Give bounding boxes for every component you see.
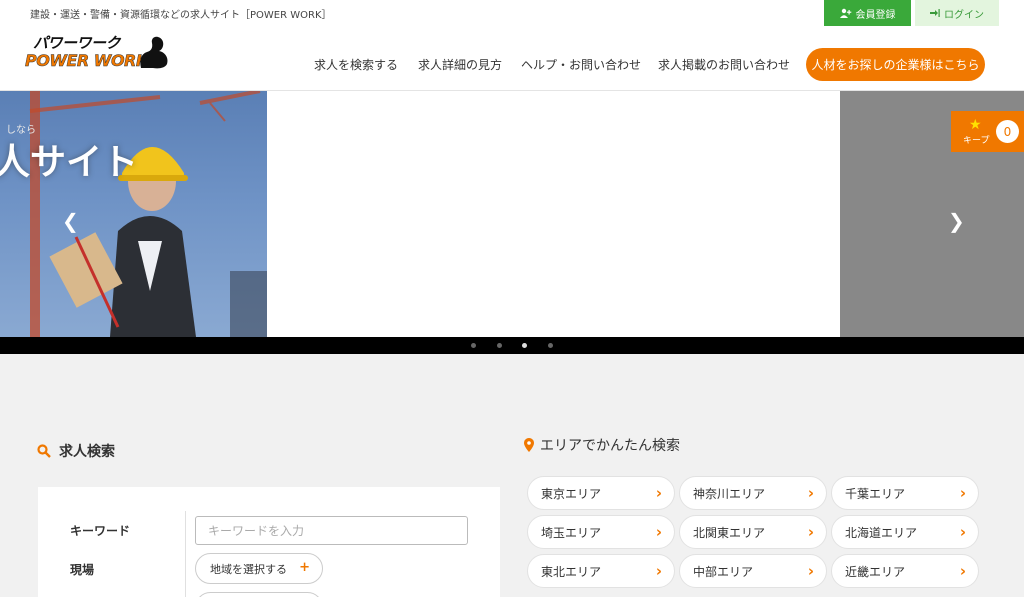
chevron-right-icon[interactable]: ❯ [948, 209, 965, 233]
login-label: ログイン [944, 9, 984, 21]
site-header: 建設・運送・警備・資源循環などの求人サイト［POWER WORK］ 会員登録 ロ… [0, 0, 1024, 91]
area-search-title: エリアでかんたん検索 [540, 438, 680, 454]
plus-icon: + [299, 560, 310, 575]
slide-image-worker: しなら 人サイト [0, 91, 267, 337]
area-button-hokkaido[interactable]: 北海道エリア › [831, 515, 979, 549]
user-plus-icon [839, 8, 851, 18]
area-button-kinki[interactable]: 近畿エリア › [831, 554, 979, 588]
nav-help-contact[interactable]: ヘルプ・お問い合わせ [521, 56, 641, 73]
slider-pagination [0, 337, 1024, 354]
region-select-button[interactable]: 地域を選択する + [195, 553, 323, 584]
job-search-heading: 求人検索 [37, 441, 115, 461]
map-pin-icon [524, 438, 534, 452]
nav-posting-contact[interactable]: 求人掲載のお問い合わせ [658, 56, 790, 73]
keep-count: 0 [996, 120, 1019, 143]
area-label: 北海道エリア [845, 525, 918, 540]
chevron-right-icon: › [959, 484, 966, 502]
site-logo[interactable]: パワーワーク POWER WORK [25, 32, 171, 72]
star-icon: ★ [969, 117, 982, 133]
chevron-right-icon: › [655, 523, 662, 541]
area-button-tokyo[interactable]: 東京エリア › [527, 476, 675, 510]
sign-in-icon [930, 9, 940, 17]
keep-label: キープ [963, 136, 990, 146]
site-label: 現場 [70, 563, 95, 577]
chevron-right-icon: › [807, 484, 814, 502]
area-search-heading: エリアでかんたん検索 [524, 435, 680, 455]
slide-headline: 人サイト [0, 142, 139, 183]
area-button-chubu[interactable]: 中部エリア › [679, 554, 827, 588]
chevron-left-icon[interactable]: ❮ [62, 209, 79, 233]
hero-slider: しなら 人サイト ❮ ❯ [0, 91, 1024, 337]
slider-dot[interactable] [471, 343, 476, 348]
chevron-right-icon: › [959, 562, 966, 580]
register-label: 会員登録 [855, 9, 896, 21]
area-label: 中部エリア [693, 564, 754, 579]
area-label: 東北エリア [541, 564, 602, 579]
area-button-kanagawa[interactable]: 神奈川エリア › [679, 476, 827, 510]
area-button-chiba[interactable]: 千葉エリア › [831, 476, 979, 510]
nav-search-jobs[interactable]: 求人を検索する [314, 56, 398, 73]
job-search-title: 求人検索 [59, 444, 115, 460]
logo-text-latin: POWER WORK [25, 51, 149, 71]
area-label: 近畿エリア [845, 564, 906, 579]
search-icon [37, 444, 51, 458]
filter-button-partial[interactable] [195, 592, 323, 597]
site-tagline: 建設・運送・警備・資源循環などの求人サイト［POWER WORK］ [30, 10, 332, 21]
employer-cta-button[interactable]: 人材をお探しの企業様はこちら [806, 48, 985, 81]
slider-dot-active[interactable] [522, 343, 527, 348]
region-select-label: 地域を選択する [210, 562, 287, 576]
area-button-saitama[interactable]: 埼玉エリア › [527, 515, 675, 549]
slider-dot[interactable] [497, 343, 502, 348]
nav-job-details-guide[interactable]: 求人詳細の見方 [418, 56, 502, 73]
chevron-right-icon: › [655, 484, 662, 502]
keyword-input[interactable]: キーワードを入力 [195, 516, 468, 545]
slider-dot[interactable] [548, 343, 553, 348]
login-button[interactable]: ログイン [915, 0, 999, 26]
area-button-kitakanto[interactable]: 北関東エリア › [679, 515, 827, 549]
chevron-right-icon: › [959, 523, 966, 541]
area-label: 東京エリア [541, 486, 602, 501]
area-label: 埼玉エリア [541, 525, 602, 540]
logo-text-kana: パワーワーク [33, 34, 121, 52]
keyword-label: キーワード [70, 524, 131, 538]
keep-widget[interactable]: ★ キープ 0 [951, 111, 1024, 152]
area-label: 北関東エリア [693, 525, 766, 540]
area-label: 千葉エリア [845, 486, 906, 501]
area-label: 神奈川エリア [693, 486, 766, 501]
flexed-arm-icon [140, 36, 168, 69]
crane-graphic [29, 91, 267, 337]
chevron-right-icon: › [655, 562, 662, 580]
chevron-right-icon: › [807, 562, 814, 580]
chevron-right-icon: › [807, 523, 814, 541]
search-divider [185, 511, 186, 597]
area-button-tohoku[interactable]: 東北エリア › [527, 554, 675, 588]
register-button[interactable]: 会員登録 [824, 0, 911, 26]
